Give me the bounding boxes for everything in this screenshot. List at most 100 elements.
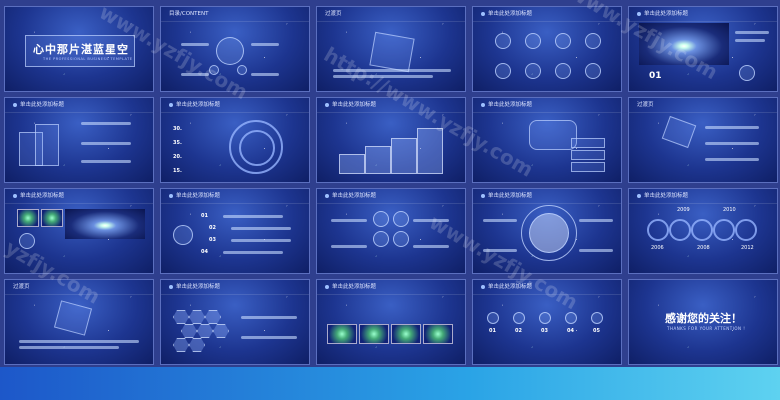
- value-label: 15.: [173, 168, 182, 174]
- text-line: [735, 31, 769, 34]
- text-line: [579, 249, 613, 252]
- galaxy-photo: [639, 23, 729, 65]
- slide-percentages[interactable]: 单击此处添加标题 30. 35. 20. 15.: [160, 97, 310, 183]
- slide-five-steps[interactable]: 单击此处添加标题 01 02 03 04 05: [472, 279, 622, 365]
- section-number: 01: [649, 71, 662, 81]
- text-line: [413, 219, 449, 222]
- bullet-icon: [637, 11, 641, 16]
- slide-header: 过渡页: [5, 280, 153, 295]
- year-label: 2009: [677, 207, 690, 213]
- text-line: [413, 245, 449, 248]
- arrow-up-icon: [373, 211, 389, 227]
- label-box: [571, 138, 605, 148]
- people-icon: [525, 33, 541, 49]
- step-block: [391, 138, 417, 174]
- slide-thanks[interactable]: 感谢您的关注！ THANKS FOR YOUR ATTENTION !: [628, 279, 778, 365]
- label-box: [571, 162, 605, 172]
- cube-graphic: [35, 124, 59, 166]
- slide-photos[interactable]: 单击此处添加标题: [4, 188, 154, 274]
- bullet-icon: [481, 193, 485, 198]
- slide-contents[interactable]: 目录/CONTENT: [160, 6, 310, 92]
- item-number: 02: [515, 328, 522, 334]
- monitor-icon: [237, 65, 247, 75]
- slide-numbered-list[interactable]: 单击此处添加标题 01 02 03 04: [160, 188, 310, 274]
- item-number: 01: [201, 213, 208, 219]
- text-line: [483, 249, 517, 252]
- slide-header: 单击此处添加标题: [317, 189, 465, 204]
- people-icon: [393, 211, 409, 227]
- step-block: [339, 154, 365, 174]
- slide-transition-3[interactable]: 过渡页: [4, 279, 154, 365]
- photo-thumb: [327, 324, 357, 344]
- item-number: 04: [201, 249, 208, 255]
- slide-icons-1[interactable]: 单击此处添加标题: [472, 6, 622, 92]
- slide-timeline[interactable]: 单击此处添加标题 2009 2010 2006 2008 2012: [628, 188, 778, 274]
- bullet-icon: [325, 193, 329, 198]
- slide-header: 单击此处添加标题: [161, 189, 309, 204]
- slide-cover[interactable]: 心中那片湛蓝星空 THE PROFESSIONAL BUSINESS TEMPL…: [4, 6, 154, 92]
- wifi-icon: [393, 231, 409, 247]
- label-box: [571, 150, 605, 160]
- slide-header: 单击此处添加标题: [473, 280, 621, 295]
- chain-ring: [713, 219, 735, 241]
- text-line: [181, 43, 209, 46]
- globe-icon: [739, 65, 755, 81]
- slide-hexagons[interactable]: 单击此处添加标题: [160, 279, 310, 365]
- gear-icon: [495, 33, 511, 49]
- slide-header: 单击此处添加标题: [473, 98, 621, 113]
- bullet-icon: [481, 11, 485, 16]
- step-block: [365, 146, 391, 174]
- slide-header: 单击此处添加标题: [317, 98, 465, 113]
- thanks-subtitle: THANKS FOR YOUR ATTENTION !: [667, 326, 746, 331]
- text-line: [735, 39, 765, 42]
- step-icon: [539, 312, 551, 324]
- photo-thumb: [359, 324, 389, 344]
- orb-graphic: [173, 225, 193, 245]
- step-icon: [565, 312, 577, 324]
- text-line: [81, 142, 131, 145]
- slide-header: 单击此处添加标题: [317, 280, 465, 295]
- bullet-icon: [169, 193, 173, 198]
- slide-ribbon[interactable]: 单击此处添加标题: [472, 97, 622, 183]
- slide-globe[interactable]: 单击此处添加标题: [472, 188, 622, 274]
- record-icon: [19, 233, 35, 249]
- item-number: 04: [567, 328, 574, 334]
- ring-graphic: [239, 130, 275, 166]
- hex-cell: [213, 324, 229, 338]
- chain-ring: [691, 219, 713, 241]
- step-icon: [513, 312, 525, 324]
- slide-icon-grid[interactable]: 单击此处添加标题: [316, 188, 466, 274]
- text-line: [705, 142, 759, 145]
- slide-cubes[interactable]: 单击此处添加标题: [4, 97, 154, 183]
- slide-header: 过渡页: [317, 7, 465, 22]
- target-icon: [525, 63, 541, 79]
- slide-galaxy-intro[interactable]: 单击此处添加标题 01: [628, 6, 778, 92]
- bullet-icon: [481, 102, 485, 107]
- text-line: [241, 316, 297, 319]
- text-line: [579, 219, 613, 222]
- text-line: [231, 227, 291, 230]
- hex-cell: [205, 310, 221, 324]
- slide-transition-2[interactable]: 过渡页: [628, 97, 778, 183]
- slide-steps[interactable]: 单击此处添加标题: [316, 97, 466, 183]
- text-line: [223, 215, 283, 218]
- year-label: 2008: [697, 245, 710, 251]
- glass-block: [369, 31, 415, 73]
- slide-transition-1[interactable]: 过渡页: [316, 6, 466, 92]
- clock-icon: [495, 63, 511, 79]
- photo-thumb: [423, 324, 453, 344]
- value-label: 30.: [173, 126, 182, 132]
- slide-header: 单击此处添加标题: [629, 7, 777, 22]
- year-label: 2010: [723, 207, 736, 213]
- slide-gallery[interactable]: 单击此处添加标题: [316, 279, 466, 365]
- photo-thumb: [41, 209, 63, 227]
- orbit-ring: [521, 205, 577, 261]
- slide-header: 单击此处添加标题: [161, 98, 309, 113]
- bottom-band: [0, 367, 780, 400]
- photo-thumb: [17, 209, 39, 227]
- item-number: 01: [489, 328, 496, 334]
- chain-ring: [647, 219, 669, 241]
- slide-header: 过渡页: [629, 98, 777, 113]
- bullet-icon: [13, 193, 17, 198]
- slide-header: 单击此处添加标题: [161, 280, 309, 295]
